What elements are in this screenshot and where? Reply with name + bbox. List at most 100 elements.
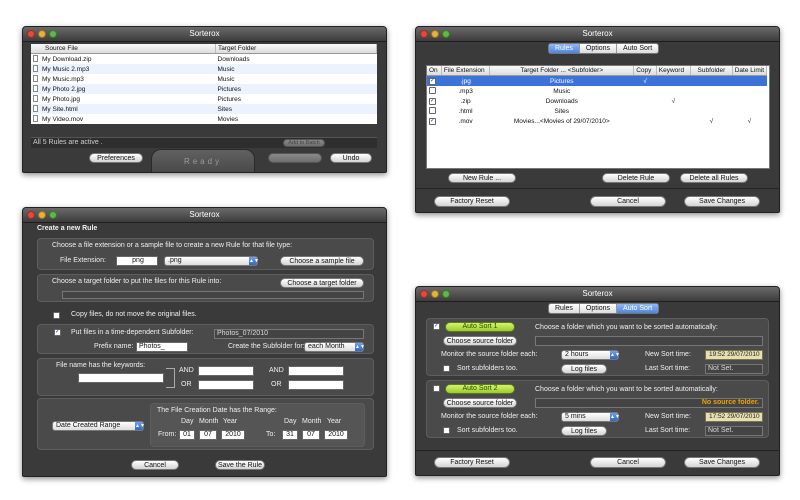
auto-sort-1-interval-select[interactable]: 2 hours ▲▼ (561, 350, 620, 360)
auto-sort-1-log-button[interactable]: Log files (561, 364, 607, 374)
preferences-button[interactable]: Preferences (89, 153, 143, 163)
auto-sort-2-interval-select[interactable]: 5 mins ▲▼ (561, 412, 620, 422)
save-rule-button[interactable]: Save the Rule (215, 460, 265, 470)
status-bar: All 5 Rules are active . Add to Batch (31, 137, 377, 148)
from-month-field[interactable]: 07 (199, 430, 217, 440)
close-icon[interactable] (420, 290, 428, 298)
window-title: Sorterox (582, 29, 613, 38)
tab-rules[interactable]: Rules (549, 44, 580, 53)
cancel-button[interactable]: Cancel (590, 457, 666, 468)
table-row[interactable]: ✓ .zip Downloads √ (427, 96, 767, 106)
close-icon[interactable] (420, 30, 428, 38)
create-subfolder-select[interactable]: each Month ▲▼ (304, 342, 365, 352)
close-icon[interactable] (27, 30, 35, 38)
col-header-source[interactable]: Source File (31, 44, 216, 54)
files-table[interactable]: Source File Target Folder My Download.zi… (31, 44, 377, 124)
copy-files-checkbox[interactable] (53, 312, 60, 319)
add-to-batch-button[interactable]: Add to Batch (283, 139, 325, 147)
to-month-label: Month (302, 418, 322, 425)
col-header-subfolder[interactable]: Subfolder (690, 66, 733, 76)
tab-auto-sort[interactable]: Auto Sort (617, 304, 659, 313)
table-row[interactable]: My Photo.jpg Pictures (31, 94, 377, 104)
date-type-select[interactable]: Date Created Range ▲▼ (52, 421, 145, 431)
auto-sort-2-subfolders-checkbox[interactable] (443, 427, 450, 434)
keyword-and-field-2[interactable] (288, 366, 344, 376)
cancel-button[interactable]: Cancel (131, 460, 179, 470)
source-file-name: My Download.zip (42, 56, 92, 63)
zoom-icon[interactable] (49, 30, 57, 38)
minimize-icon[interactable] (38, 30, 46, 38)
zoom-icon[interactable] (442, 30, 450, 38)
col-header-target[interactable]: Target Folder (215, 44, 377, 54)
auto-sort-2-choose-source-button[interactable]: Choose source folder (443, 398, 517, 408)
title-bar[interactable]: Sorterox (23, 208, 386, 223)
col-header-target[interactable]: Target Folder ... <Subfolder> (489, 66, 635, 76)
zoom-icon[interactable] (49, 211, 57, 219)
col-header-on[interactable]: On (427, 66, 442, 76)
tab-auto-sort[interactable]: Auto Sort (617, 44, 658, 53)
tab-options[interactable]: Options (580, 44, 618, 53)
factory-reset-button[interactable]: Factory Reset (434, 196, 510, 207)
undo-button[interactable]: Undo (330, 153, 372, 163)
delete-rule-button[interactable]: Delete Rule (602, 173, 670, 183)
keyword-and-field-1[interactable] (198, 366, 254, 376)
keyword-or-field-2[interactable] (288, 380, 344, 390)
choose-sample-file-button[interactable]: Choose a sample file (280, 256, 364, 266)
tab-rules[interactable]: Rules (549, 304, 580, 313)
keyword-field-1[interactable] (78, 373, 164, 383)
prefix-name-field[interactable]: Photos_ (136, 342, 188, 352)
table-row[interactable]: My Music 2.mp3 Music (31, 64, 377, 74)
auto-sort-2-log-button[interactable]: Log files (561, 426, 607, 436)
table-row[interactable]: My Photo 2.jpg Pictures (31, 84, 377, 94)
minimize-icon[interactable] (431, 30, 439, 38)
extension-select[interactable]: .png ▲▼ (164, 256, 259, 266)
table-row[interactable]: ✓ .mov Movies...<Movies of 29/07/2010> √ √ (427, 116, 767, 126)
to-year-field[interactable]: 2010 (324, 430, 348, 440)
minimize-icon[interactable] (38, 211, 46, 219)
col-header-date-limit[interactable]: Date Limit (732, 66, 768, 76)
file-extension-field[interactable]: png (116, 256, 158, 266)
table-row[interactable]: .html Sites (427, 106, 767, 116)
rule-on-checkbox[interactable]: ✓ (429, 98, 436, 105)
from-day-field[interactable]: 01 (179, 430, 195, 440)
rule-on-checkbox[interactable] (429, 86, 436, 94)
rule-on-checkbox[interactable] (429, 106, 436, 114)
keywords-group: File name has the keywords: AND OR AND O… (37, 358, 374, 396)
time-subfolder-checkbox[interactable]: ✓ (54, 329, 61, 336)
title-bar[interactable]: Sorterox (416, 287, 779, 302)
save-changes-button[interactable]: Save Changes (684, 196, 760, 207)
zoom-icon[interactable] (442, 290, 450, 298)
cancel-button[interactable]: Cancel (590, 196, 666, 207)
col-header-keyword[interactable]: Keyword (656, 66, 692, 76)
rule-on-checkbox[interactable]: ✓ (429, 118, 436, 125)
auto-sort-1-checkbox[interactable]: ✓ (433, 323, 440, 330)
delete-all-rules-button[interactable]: Delete all Rules (680, 173, 748, 183)
rules-table[interactable]: On File Extension Target Folder ... <Sub… (427, 66, 768, 126)
table-row[interactable]: My Site.html Sites (31, 104, 377, 114)
new-rule-button[interactable]: New Rule ... (448, 173, 516, 183)
auto-sort-1-subfolders-checkbox[interactable] (443, 365, 450, 372)
minimize-icon[interactable] (431, 290, 439, 298)
to-day-field[interactable]: 31 (282, 430, 298, 440)
table-row[interactable]: My Video.mov Movies (31, 114, 377, 124)
factory-reset-button[interactable]: Factory Reset (434, 457, 510, 468)
tab-options[interactable]: Options (580, 304, 618, 313)
from-year-field[interactable]: 2010 (221, 430, 245, 440)
close-icon[interactable] (27, 211, 35, 219)
table-row[interactable]: .mp3 Music (427, 86, 767, 96)
keyword-or-field-1[interactable] (198, 380, 254, 390)
table-row[interactable]: My Download.zip Downloads (31, 54, 377, 65)
choose-target-folder-button[interactable]: Choose a target folder (280, 278, 364, 288)
save-changes-button[interactable]: Save Changes (684, 457, 760, 468)
rule-on-checkbox[interactable]: ✓ (429, 78, 436, 85)
title-bar[interactable]: Sorterox (23, 27, 386, 42)
to-month-field[interactable]: 07 (302, 430, 320, 440)
col-header-copy[interactable]: Copy (633, 66, 657, 76)
auto-sort-2-checkbox[interactable] (433, 385, 440, 392)
table-row[interactable]: My Music.mp3 Music (31, 74, 377, 84)
col-header-extension[interactable]: File Extension (441, 66, 491, 76)
and-label-1: AND (179, 367, 194, 374)
auto-sort-1-choose-source-button[interactable]: Choose source folder (443, 336, 517, 346)
table-row[interactable]: ✓ .jpg Pictures √ (427, 75, 767, 86)
title-bar[interactable]: Sorterox (416, 27, 779, 42)
